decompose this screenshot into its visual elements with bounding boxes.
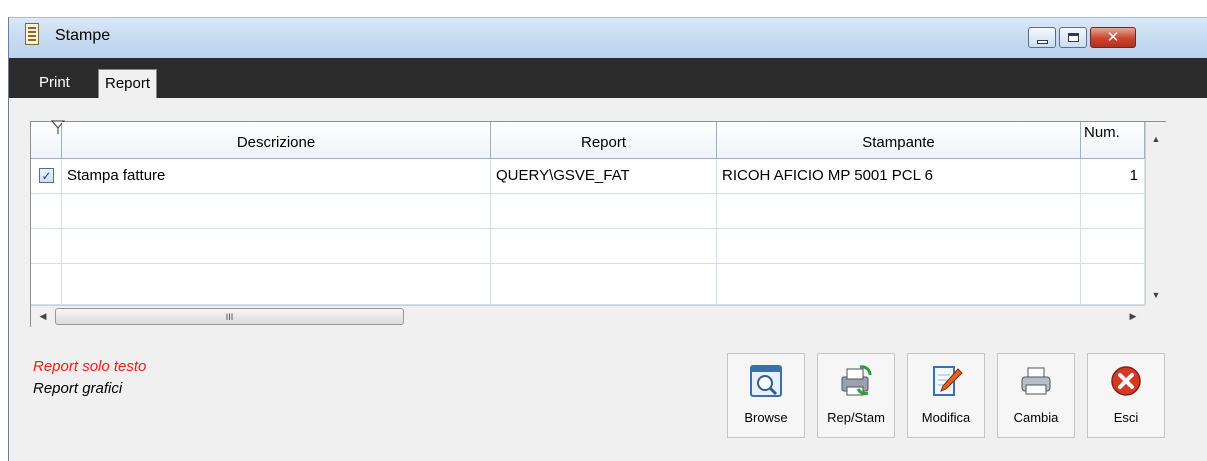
window-title: Stampe <box>55 27 111 44</box>
edit-icon <box>928 363 964 399</box>
minimize-button[interactable] <box>1028 27 1056 48</box>
maximize-button[interactable] <box>1059 27 1087 48</box>
scroll-right-icon[interactable]: ▶ <box>1123 306 1143 327</box>
tab-print[interactable]: Print <box>33 71 76 95</box>
esci-label: Esci <box>1113 410 1139 425</box>
cambia-button[interactable]: Cambia <box>997 353 1075 438</box>
browse-button[interactable]: Browse <box>727 353 805 438</box>
cell-num[interactable] <box>1081 264 1145 305</box>
printer-refresh-icon <box>838 363 874 399</box>
browse-label: Browse <box>744 410 788 425</box>
header-report[interactable]: Report <box>491 122 717 159</box>
cell-stampante[interactable] <box>717 194 1081 228</box>
row-select-cell[interactable] <box>31 194 62 228</box>
table-row[interactable]: ✓ Stampa fatture QUERY\GSVE_FAT RICOH AF… <box>31 159 1145 194</box>
legend-text-only: Report solo testo <box>33 358 147 375</box>
scroll-down-icon[interactable]: ▼ <box>1146 286 1166 304</box>
row-select-cell[interactable] <box>31 264 62 305</box>
title-bar[interactable]: Stampe ✕ <box>9 17 1207 58</box>
tab-bar: Print Report <box>9 58 1207 98</box>
minimize-icon <box>1036 39 1048 44</box>
table-row[interactable] <box>31 264 1145 305</box>
cell-descrizione[interactable] <box>62 264 491 305</box>
row-checkbox[interactable]: ✓ <box>39 168 54 183</box>
printer-icon <box>1018 363 1054 399</box>
maximize-icon <box>1067 33 1079 42</box>
cell-stampante[interactable] <box>717 229 1081 263</box>
cell-descrizione[interactable] <box>62 229 491 263</box>
header-select-column[interactable] <box>31 120 65 159</box>
horizontal-scrollbar[interactable]: ◀ III ▶ <box>31 305 1145 327</box>
row-select-cell[interactable] <box>31 229 62 263</box>
row-select-cell[interactable]: ✓ <box>31 159 62 193</box>
rep-stam-label: Rep/Stam <box>827 410 885 425</box>
table-row[interactable] <box>31 194 1145 229</box>
header-descrizione[interactable]: Descrizione <box>62 122 491 159</box>
header-stampante[interactable]: Stampante <box>717 122 1081 159</box>
cell-stampante[interactable] <box>717 264 1081 305</box>
table-row[interactable] <box>31 229 1145 264</box>
cell-report[interactable] <box>491 264 717 305</box>
modifica-label: Modifica <box>921 410 971 425</box>
header-num[interactable]: Num. <box>1081 122 1145 159</box>
cell-num[interactable] <box>1081 194 1145 228</box>
modifica-button[interactable]: Modifica <box>907 353 985 438</box>
vertical-scrollbar[interactable]: ▲ ▼ <box>1145 122 1166 305</box>
cell-report[interactable] <box>491 194 717 228</box>
esci-button[interactable]: Esci <box>1087 353 1165 438</box>
cambia-label: Cambia <box>1013 410 1059 425</box>
scroll-left-icon[interactable]: ◀ <box>33 306 53 327</box>
legend-graphic: Report grafici <box>33 380 123 397</box>
cell-descrizione[interactable] <box>62 194 491 228</box>
cell-report[interactable]: QUERY\GSVE_FAT <box>491 159 717 193</box>
cell-num[interactable]: 1 <box>1081 159 1145 193</box>
cell-stampante[interactable]: RICOH AFICIO MP 5001 PCL 6 <box>717 159 1081 193</box>
report-grid[interactable]: Descrizione Report Stampante Num. ✓ Stam… <box>30 120 1166 327</box>
close-window-button[interactable]: ✕ <box>1090 27 1136 48</box>
close-icon <box>1108 363 1144 399</box>
tab-report[interactable]: Report <box>98 69 158 98</box>
scrollbar-corner <box>1145 305 1166 327</box>
cell-num[interactable] <box>1081 229 1145 263</box>
cell-report[interactable] <box>491 229 717 263</box>
scroll-up-icon[interactable]: ▲ <box>1146 130 1166 148</box>
cell-descrizione[interactable]: Stampa fatture <box>62 159 491 193</box>
rep-stam-button[interactable]: Rep/Stam <box>817 353 895 438</box>
horizontal-scroll-thumb[interactable]: III <box>55 308 404 325</box>
close-x-icon: ✕ <box>1106 28 1120 46</box>
app-icon <box>25 23 39 45</box>
browse-icon <box>748 363 784 399</box>
